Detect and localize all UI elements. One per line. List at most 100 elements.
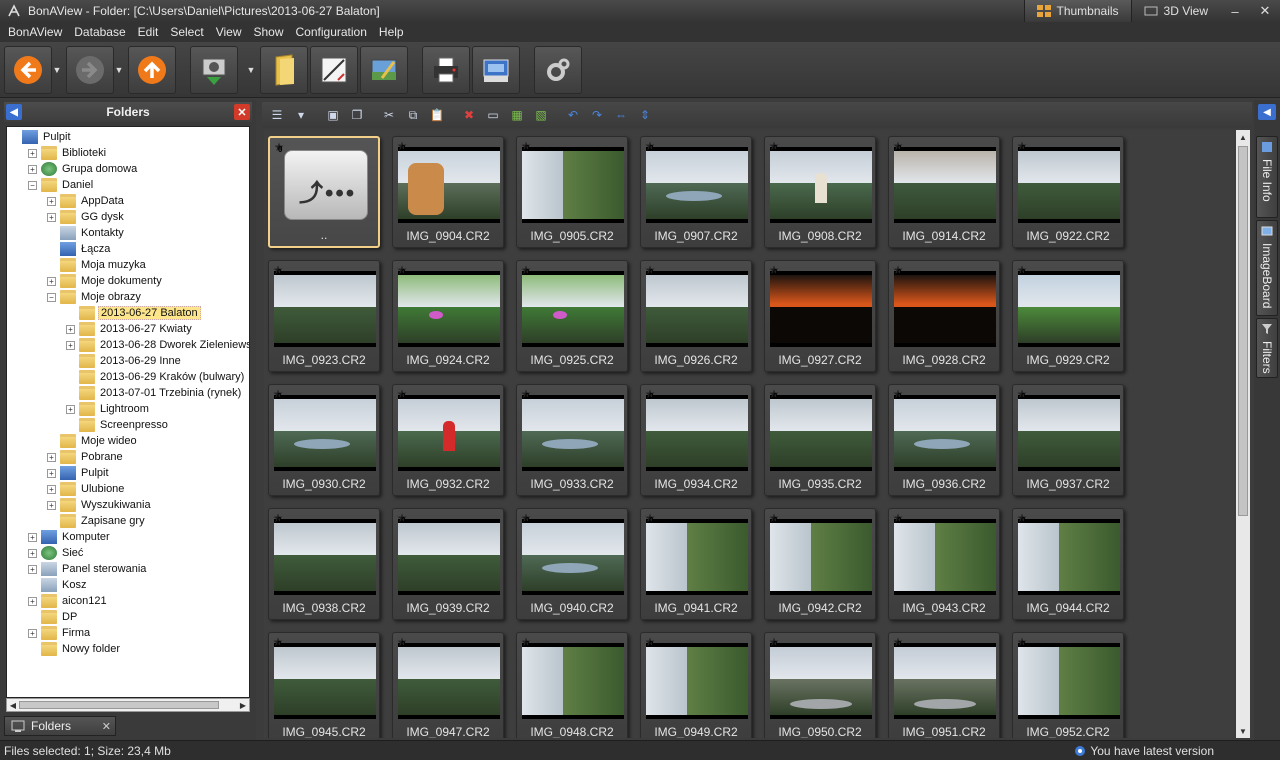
rating-star-icon[interactable]: ★ 0 <box>272 140 286 154</box>
copy-icon[interactable]: ⧉ <box>402 105 424 125</box>
rating-star-icon[interactable]: ★ 0 <box>1015 263 1029 277</box>
collapse-panel-button[interactable]: ◀ <box>6 104 22 120</box>
rating-star-icon[interactable]: ★ 0 <box>1015 511 1029 525</box>
settings-button[interactable] <box>534 46 582 94</box>
thumbnail[interactable]: ★ 0 IMG_0914.CR2 <box>888 136 1000 248</box>
tree-item[interactable]: 2013-07-01 Trzebinia (rynek) <box>66 385 243 401</box>
rating-star-icon[interactable]: ★ 0 <box>271 263 285 277</box>
thumbnail[interactable]: ★ 0 IMG_0945.CR2 <box>268 632 380 738</box>
expand-toggle-icon[interactable]: + <box>28 548 37 558</box>
menu-help[interactable]: Help <box>373 22 410 42</box>
tab-folders[interactable]: Folders ✕ <box>4 716 116 736</box>
rating-star-icon[interactable]: ★ 0 <box>395 511 409 525</box>
rating-star-icon[interactable]: ★ 0 <box>519 139 533 153</box>
rating-star-icon[interactable]: ★ 0 <box>1015 635 1029 649</box>
open-icon[interactable]: ▣ <box>322 105 344 125</box>
rating-star-icon[interactable]: ★ 0 <box>1015 139 1029 153</box>
expand-toggle-icon[interactable]: + <box>47 212 56 222</box>
expand-toggle-icon[interactable]: + <box>66 324 75 334</box>
scroll-down-icon[interactable]: ▼ <box>1236 724 1250 738</box>
expand-toggle-icon[interactable]: − <box>47 292 56 302</box>
tree-item[interactable]: Nowy folder <box>28 641 122 657</box>
expand-right-panel-button[interactable]: ◀ <box>1258 104 1276 120</box>
scroll-up-icon[interactable]: ▲ <box>1236 130 1250 144</box>
rotate-right-icon[interactable]: ↷ <box>586 105 608 125</box>
thumbnail[interactable]: ★ 0 IMG_0907.CR2 <box>640 136 752 248</box>
slideshow-button[interactable] <box>360 46 408 94</box>
expand-toggle-icon[interactable]: + <box>66 404 75 414</box>
tree-item[interactable]: 2013-06-29 Inne <box>66 353 183 369</box>
expand-toggle-icon[interactable]: + <box>28 596 37 606</box>
rating-star-icon[interactable]: ★ 0 <box>519 263 533 277</box>
select-all-icon[interactable]: ▦ <box>506 105 528 125</box>
forward-dropdown[interactable]: ▼ <box>112 46 126 94</box>
folder-button[interactable] <box>260 46 308 94</box>
thumbnail[interactable]: ★ 0 IMG_0948.CR2 <box>516 632 628 738</box>
import-dropdown[interactable]: ▼ <box>244 46 258 94</box>
thumbnail[interactable]: ★ 0 IMG_0932.CR2 <box>392 384 504 496</box>
expand-toggle-icon[interactable]: + <box>47 196 56 206</box>
menu-database[interactable]: Database <box>68 22 131 42</box>
up-button[interactable] <box>128 46 176 94</box>
expand-toggle-icon[interactable]: − <box>28 180 37 190</box>
thumbnail[interactable]: ★ 0 IMG_0925.CR2 <box>516 260 628 372</box>
thumbnail[interactable]: ★ 0 IMG_0940.CR2 <box>516 508 628 620</box>
rating-star-icon[interactable]: ★ 0 <box>643 263 657 277</box>
paste-icon[interactable]: 📋 <box>426 105 448 125</box>
thumbnail[interactable]: ★ 0 IMG_0950.CR2 <box>764 632 876 738</box>
dropdown-icon[interactable]: ▾ <box>290 105 312 125</box>
delete-icon[interactable]: ✖ <box>458 105 480 125</box>
rating-star-icon[interactable]: ★ 0 <box>643 139 657 153</box>
tree-item[interactable]: + Lightroom <box>66 401 151 417</box>
rating-star-icon[interactable]: ★ 0 <box>767 263 781 277</box>
thumbnail[interactable]: ★ 0 IMG_0935.CR2 <box>764 384 876 496</box>
expand-toggle-icon[interactable]: + <box>28 564 37 574</box>
thumbnail[interactable]: ★ 0 IMG_0944.CR2 <box>1012 508 1124 620</box>
close-panel-button[interactable]: ✕ <box>234 104 250 120</box>
grid-vertical-scrollbar[interactable]: ▲ ▼ <box>1236 130 1250 738</box>
thumbnail[interactable]: ★ 0 IMG_0928.CR2 <box>888 260 1000 372</box>
menu-view[interactable]: View <box>210 22 248 42</box>
tree-item[interactable]: Screenpresso <box>66 417 170 433</box>
thumbnail[interactable]: ★ 0 IMG_0937.CR2 <box>1012 384 1124 496</box>
tree-item[interactable]: − Moje obrazy <box>47 289 143 305</box>
thumbnail[interactable]: ★ 0 IMG_0934.CR2 <box>640 384 752 496</box>
rating-star-icon[interactable]: ★ 0 <box>643 387 657 401</box>
rating-star-icon[interactable]: ★ 0 <box>891 511 905 525</box>
thumbnail[interactable]: ★ 0 IMG_0927.CR2 <box>764 260 876 372</box>
rating-star-icon[interactable]: ★ 0 <box>1015 387 1029 401</box>
tree-item[interactable]: + Moje dokumenty <box>47 273 164 289</box>
back-dropdown[interactable]: ▼ <box>50 46 64 94</box>
tab-imageboard[interactable]: ImageBoard <box>1256 220 1278 316</box>
edit-button[interactable] <box>310 46 358 94</box>
tree-item[interactable]: +2013-06-28 Dworek Zieleniewskich <box>66 337 249 353</box>
tree-item[interactable]: + GG dysk <box>47 209 126 225</box>
thumbnail[interactable]: ★ 0 IMG_0905.CR2 <box>516 136 628 248</box>
flip-horizontal-icon[interactable]: ⇔ <box>610 105 632 125</box>
expand-toggle-icon[interactable]: + <box>66 340 75 350</box>
minimize-button[interactable]: – <box>1220 0 1250 22</box>
rating-star-icon[interactable]: ★ 0 <box>891 387 905 401</box>
rating-star-icon[interactable]: ★ 0 <box>271 635 285 649</box>
thumbnail[interactable]: ★ 0 IMG_0942.CR2 <box>764 508 876 620</box>
thumbnail[interactable]: ★ 0 IMG_0923.CR2 <box>268 260 380 372</box>
tree-item[interactable]: Pulpit <box>9 129 73 145</box>
rating-star-icon[interactable]: ★ 0 <box>891 263 905 277</box>
import-button[interactable] <box>190 46 238 94</box>
tree-item[interactable]: Moje wideo <box>47 433 139 449</box>
tab-3d-view[interactable]: 3D View <box>1130 0 1220 22</box>
tree-item[interactable]: 2013-06-27 Balaton <box>66 305 201 321</box>
rotate-left-icon[interactable]: ↶ <box>562 105 584 125</box>
thumbnail[interactable]: ★ 0 IMG_0943.CR2 <box>888 508 1000 620</box>
expand-toggle-icon[interactable]: + <box>28 148 37 158</box>
expand-toggle-icon[interactable]: + <box>47 484 56 494</box>
thumbnail[interactable]: ★ 0 IMG_0939.CR2 <box>392 508 504 620</box>
tree-horizontal-scrollbar[interactable]: ◀ ▶ <box>6 698 250 712</box>
expand-toggle-icon[interactable]: + <box>28 628 37 638</box>
cut-icon[interactable]: ✂ <box>378 105 400 125</box>
thumbnail[interactable]: ★ 0 IMG_0949.CR2 <box>640 632 752 738</box>
expand-toggle-icon[interactable]: + <box>47 468 56 478</box>
expand-toggle-icon[interactable]: + <box>28 532 37 542</box>
scanner-button[interactable] <box>472 46 520 94</box>
thumbnail[interactable]: ★ 0 IMG_0930.CR2 <box>268 384 380 496</box>
